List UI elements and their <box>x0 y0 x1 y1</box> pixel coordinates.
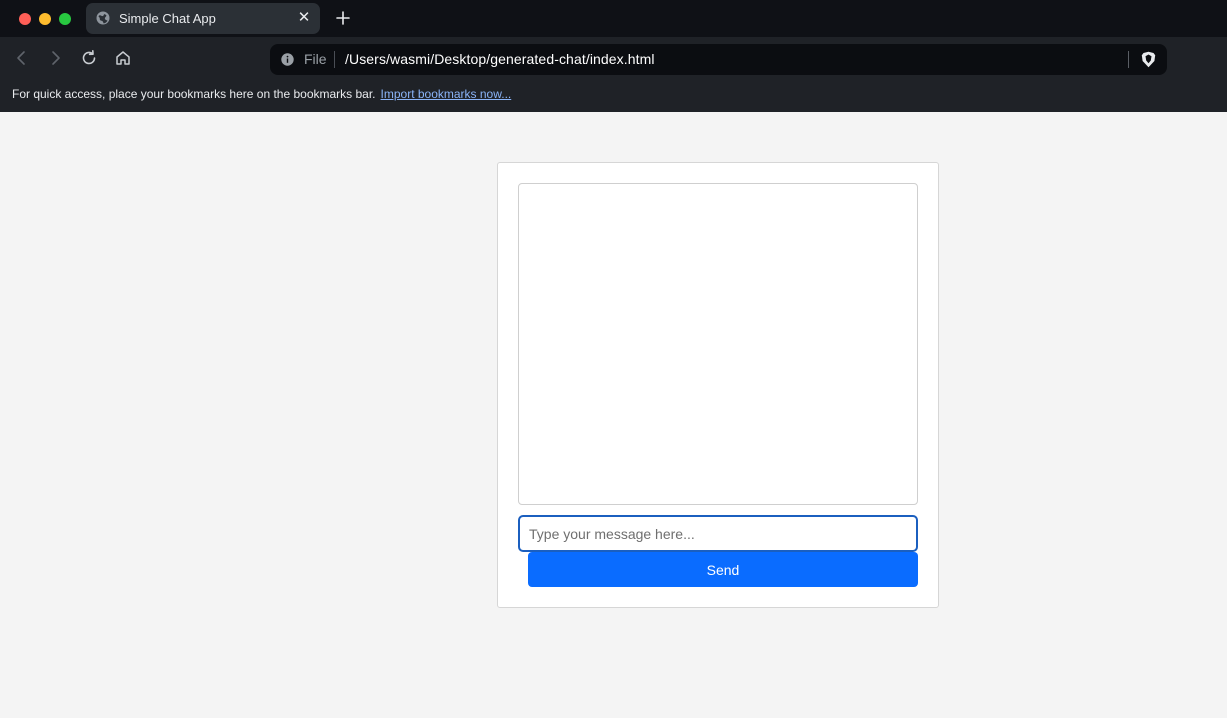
omnibox-divider-right <box>1128 51 1129 68</box>
bookmarks-bar: For quick access, place your bookmarks h… <box>0 80 1227 112</box>
url-scheme-label: File <box>304 51 327 67</box>
info-icon[interactable] <box>281 53 294 66</box>
import-bookmarks-link[interactable]: Import bookmarks now... <box>381 87 512 101</box>
browser-toolbar: File /Users/wasmi/Desktop/generated-chat… <box>0 37 1227 80</box>
chat-messages-box[interactable] <box>518 183 918 505</box>
reload-icon[interactable] <box>80 49 98 67</box>
forward-arrow-icon[interactable] <box>46 49 64 67</box>
new-tab-icon[interactable] <box>333 8 353 28</box>
bookmarks-hint: For quick access, place your bookmarks h… <box>12 87 511 101</box>
tab-active[interactable]: Simple Chat App ✕ <box>86 3 320 34</box>
home-icon[interactable] <box>114 49 132 67</box>
maximize-window-button[interactable] <box>59 13 71 25</box>
close-window-button[interactable] <box>19 13 31 25</box>
title-bar: Simple Chat App ✕ <box>0 0 1227 37</box>
back-arrow-icon[interactable] <box>13 49 31 67</box>
omnibox-divider <box>334 51 335 68</box>
send-button[interactable]: Send <box>528 552 918 587</box>
message-input[interactable] <box>518 515 918 552</box>
tab-title: Simple Chat App <box>119 11 216 26</box>
globe-icon <box>96 11 110 25</box>
browser-window: Simple Chat App ✕ File /Users/wasmi/Desk… <box>0 0 1227 718</box>
address-bar[interactable]: File /Users/wasmi/Desktop/generated-chat… <box>270 44 1167 75</box>
minimize-window-button[interactable] <box>39 13 51 25</box>
tab-close-icon[interactable]: ✕ <box>296 10 312 26</box>
chat-container: Send <box>497 162 939 608</box>
url-text[interactable]: /Users/wasmi/Desktop/generated-chat/inde… <box>345 51 655 67</box>
brave-shield-icon[interactable] <box>1141 51 1156 68</box>
bookmarks-message: For quick access, place your bookmarks h… <box>12 87 376 101</box>
page-viewport: Send <box>0 112 1227 718</box>
